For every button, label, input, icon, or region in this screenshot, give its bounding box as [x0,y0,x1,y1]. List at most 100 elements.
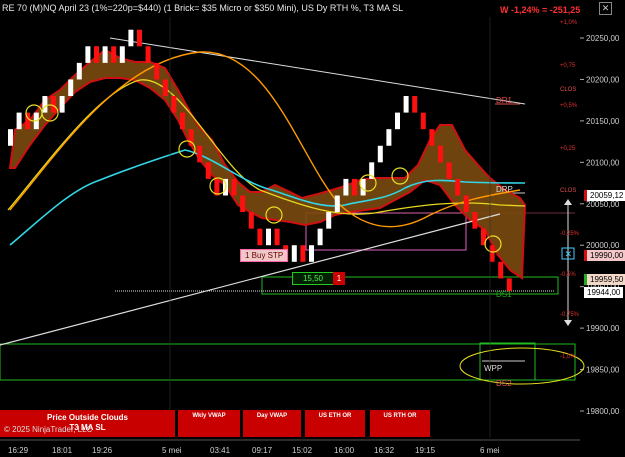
brick-down [455,178,461,196]
brick-down [137,29,142,47]
brick-up [8,129,13,146]
time-label: 19:26 [92,446,113,455]
brick-up [85,46,91,63]
price-label: 20250,00 [586,34,620,43]
brick-down [420,112,426,130]
price-label: 20100,00 [586,158,620,167]
label-dr1: DR1 [496,96,513,105]
label-clos2: CLOS [560,188,576,194]
label-clos: CLOS [560,87,576,93]
time-label: 18:01 [52,446,73,455]
brick-up [343,178,349,196]
brick-down [145,46,151,63]
price-tag-current: 19944,00 [584,287,624,298]
price-label: 20050,00 [586,200,620,209]
brick-down [300,245,306,262]
label-drp: DRP [496,185,513,194]
chart-title: RE 70 (M)NQ April 23 (1%=220p=$440) (1 B… [2,3,404,13]
brick-down [438,145,443,163]
brick-down [162,79,168,97]
label-ds2: DS2 [496,379,512,388]
pct-label: -0,75% [560,312,580,318]
brick-down [231,178,237,196]
chart-titlebar: RE 70 (M)NQ April 23 (1%=220p=$440) (1 B… [0,0,625,16]
brick-down [94,46,99,63]
brick-down [463,195,469,213]
label-ds1: DS1 [496,290,512,299]
brick-up [16,112,22,130]
marker-arrow-up [564,199,572,205]
brick-up [326,212,332,229]
day-vwap-label: Day VWAP [256,413,288,419]
brick-down [197,145,203,163]
pct-label: -1,0% [560,354,576,360]
brick-down [257,228,263,246]
brick-down [171,96,177,113]
price-label: 20200,00 [586,75,620,84]
label-wpp: WPP [484,364,502,373]
buy-stop-order[interactable]: 1 Buy STP [240,249,289,262]
crosshair-x: ✕ [565,249,573,259]
brick-down [412,96,418,113]
brick-up [266,228,271,246]
brick-down [498,261,504,279]
brick-down [248,212,254,229]
pct-label: -0,5% [560,272,576,278]
pnl-readout: W -1,24% = -251,25 [500,5,581,15]
price-tag-bid: 19959,50 [584,274,625,285]
pct-label: +1,0% [560,20,578,26]
time-axis: 16:29 18:01 19:26 5 mei 03:41 09:17 15:02 16:00… [0,439,580,455]
brick-down [352,178,357,196]
pct-label: -0,25% [560,231,580,237]
brick-down [429,129,435,146]
price-label: 19850,00 [586,366,620,375]
brick-down [180,112,185,130]
us-eth-or-label: US ETH OR [318,413,352,419]
price-label: 20000,00 [586,241,620,250]
trendline-bottom [0,213,501,346]
brick-down [111,46,117,63]
green-zone-lower [0,343,576,381]
order-count-badge[interactable]: 1 [333,272,345,285]
us-rth-or-button[interactable]: US RTH OR [370,410,430,437]
brick-up [76,62,82,80]
brick-up [334,195,340,213]
wkly-vwap-button[interactable]: Wkly VWAP [178,410,240,437]
price-label: 19800,00 [586,407,620,416]
time-label: 16:32 [374,446,395,455]
time-label: 16:00 [334,446,355,455]
price-label: 19900,00 [586,324,620,333]
brick-down [446,162,452,179]
time-label: 09:17 [252,446,273,455]
us-rth-or-label: US RTH OR [383,413,417,419]
brick-up [68,79,74,97]
price-outside-clouds-label: Price Outside Clouds [47,413,128,422]
brick-up [395,112,400,130]
brick-up [317,228,323,246]
time-label: 19:15 [415,446,436,455]
brick-up [102,46,108,63]
us-eth-or-button[interactable]: US ETH OR [305,410,365,437]
renko-chart[interactable]: 20250,00 20200,00 20150,00 20100,00 20050,00… [0,0,625,457]
close-button[interactable]: ✕ [599,2,612,15]
pct-label: +0,25 [560,146,576,152]
brick-up [128,29,134,47]
wkly-vwap-label: Wkly VWAP [192,413,226,419]
time-label: 6 mei [480,446,500,455]
brick-up [59,96,65,113]
copyright: © 2025 NinjaTrader, LLC [4,425,93,434]
brick-down [472,212,478,229]
brick-up [309,245,314,262]
pct-label: +0,5% [560,103,578,109]
price-tag-stop: 19990,00 [584,250,625,261]
day-vwap-button[interactable]: Day VWAP [243,410,301,437]
brick-up [291,245,297,262]
marker-arrow-down [564,320,572,326]
brick-down [205,162,211,179]
brick-down [51,96,56,113]
order-qty-box[interactable]: 15,50 [292,272,334,285]
pct-label: +0,75 [560,63,576,69]
brick-down [240,195,246,213]
price-label: 20150,00 [586,117,620,126]
brick-up [377,145,383,163]
